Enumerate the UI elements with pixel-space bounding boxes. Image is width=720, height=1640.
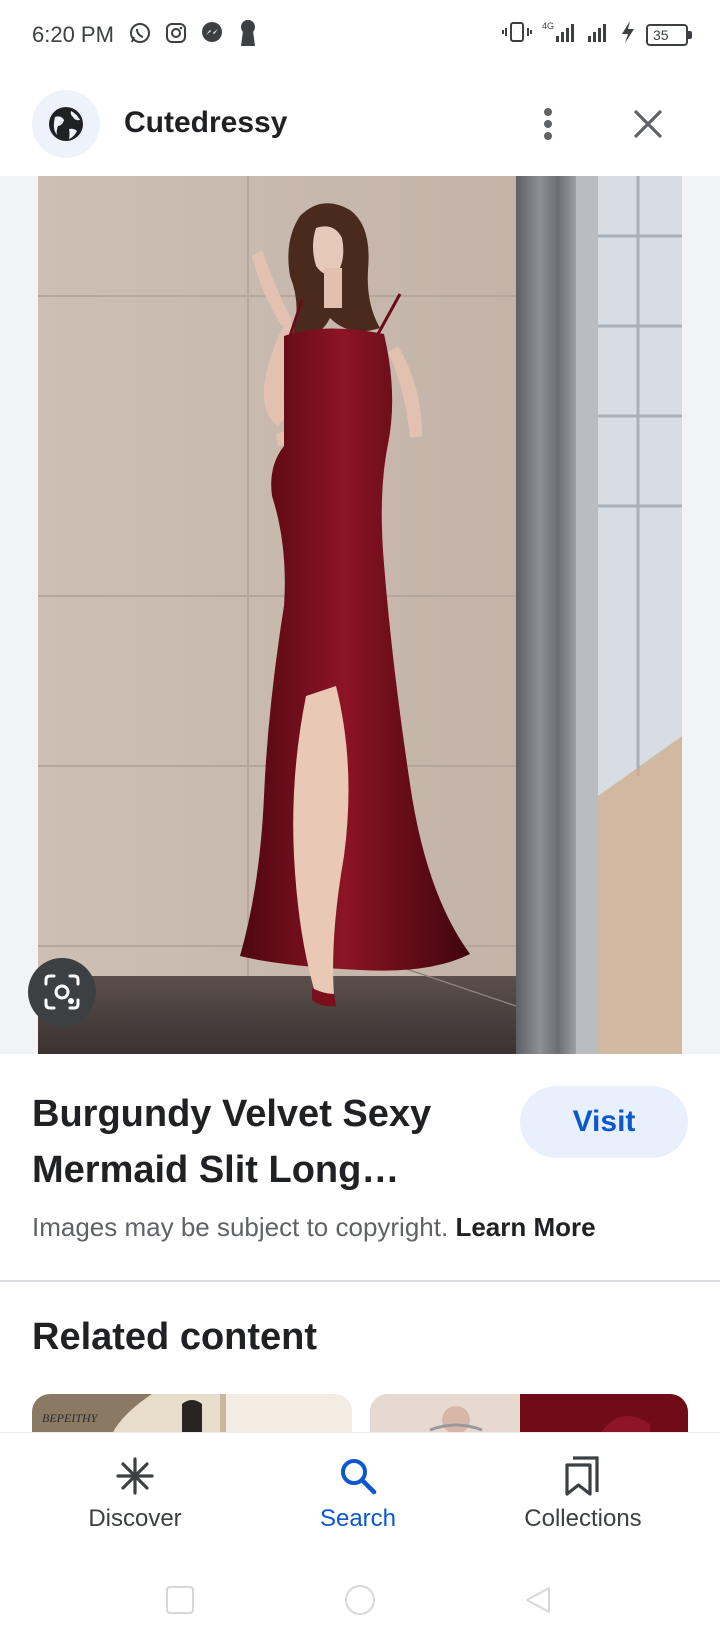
signal-4g-icon: 4G xyxy=(542,20,576,49)
signal-icon xyxy=(586,20,610,49)
nav-discover-label: Discover xyxy=(88,1505,182,1532)
svg-text:4G: 4G xyxy=(542,21,554,31)
nav-collections[interactable]: Collections xyxy=(493,1453,673,1533)
globe-icon[interactable] xyxy=(32,90,100,158)
charging-icon xyxy=(620,20,636,49)
related-thumbnail[interactable]: BEPEITHY xyxy=(32,1394,352,1434)
status-time: 6:20 PM xyxy=(32,22,114,47)
related-content-heading: Related content xyxy=(32,1316,318,1358)
site-name[interactable]: Cutedressy xyxy=(124,106,287,140)
nav-search[interactable]: Search xyxy=(268,1453,448,1533)
lens-search-icon[interactable] xyxy=(28,958,96,1026)
image-viewer[interactable] xyxy=(0,176,720,1054)
system-nav-bar xyxy=(0,1554,720,1640)
close-icon[interactable] xyxy=(624,100,672,148)
more-vert-icon[interactable] xyxy=(526,102,570,146)
nav-search-label: Search xyxy=(319,1505,397,1532)
section-divider xyxy=(0,1280,720,1282)
copyright-notice: Images may be subject to copyright. Lear… xyxy=(32,1212,596,1243)
copyright-text: Images may be subject to copyright. xyxy=(32,1212,449,1242)
result-image[interactable] xyxy=(38,176,682,1054)
vibrate-icon xyxy=(502,20,532,49)
nav-discover[interactable]: Discover xyxy=(45,1453,225,1533)
nav-collections-label: Collections xyxy=(524,1505,642,1532)
keyhole-icon xyxy=(236,20,260,46)
back-icon[interactable] xyxy=(520,1582,556,1618)
battery-icon: 35 xyxy=(646,23,692,46)
related-thumbnail[interactable] xyxy=(370,1394,688,1434)
recent-apps-icon[interactable] xyxy=(162,1582,198,1618)
system-status-icons: 4G 35 xyxy=(502,20,692,49)
messenger-icon xyxy=(200,20,224,46)
asterisk-icon xyxy=(45,1453,225,1499)
search-icon xyxy=(268,1453,448,1499)
visit-button[interactable]: Visit xyxy=(520,1086,688,1158)
instagram-icon xyxy=(164,20,188,46)
notification-icons xyxy=(128,20,260,46)
result-header: Cutedressy xyxy=(0,80,720,176)
bottom-navigation: Discover Search Collections xyxy=(0,1432,720,1554)
status-bar: 6:20 PM 4G 35 xyxy=(0,0,720,72)
learn-more-link[interactable]: Learn More xyxy=(455,1212,595,1242)
related-thumbnail-text: BEPEITHY xyxy=(42,1411,99,1425)
whatsapp-icon xyxy=(128,20,152,46)
bookmarks-icon xyxy=(493,1453,673,1499)
home-icon[interactable] xyxy=(342,1582,378,1618)
result-title[interactable]: Burgundy Velvet Sexy Mermaid Slit Long… xyxy=(32,1086,492,1198)
